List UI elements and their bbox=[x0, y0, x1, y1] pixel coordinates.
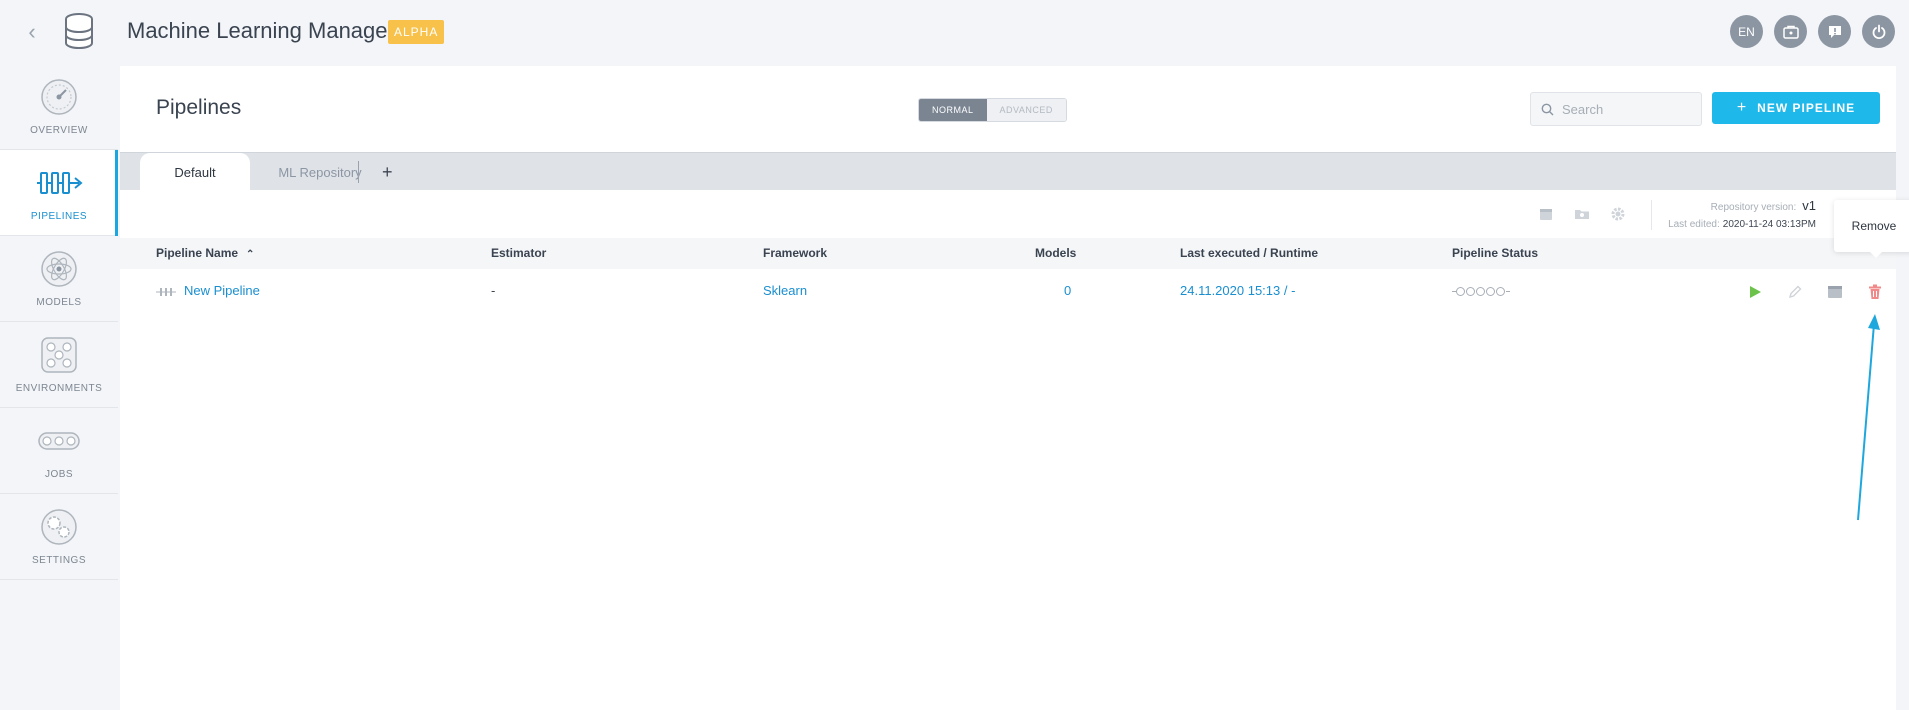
repository-version: Repository version: v1 bbox=[1711, 198, 1816, 213]
back-icon[interactable]: ‹ bbox=[20, 18, 44, 46]
pipeline-status-indicator bbox=[1452, 269, 1510, 313]
toolbar-divider bbox=[1651, 200, 1652, 230]
last-edited: Last edited: 2020-11-24 03:13PM bbox=[1668, 219, 1816, 230]
framework-cell[interactable]: Sklearn bbox=[763, 269, 807, 313]
pipeline-icon bbox=[156, 287, 176, 296]
sidebar-item-models[interactable]: MODELS bbox=[0, 236, 118, 322]
folder-icon[interactable] bbox=[1574, 206, 1590, 222]
mode-advanced-button[interactable]: ADVANCED bbox=[986, 99, 1066, 121]
repository-version-value: v1 bbox=[1802, 198, 1816, 213]
mode-normal-button[interactable]: NORMAL bbox=[919, 99, 987, 121]
page-title: Pipelines bbox=[156, 96, 242, 119]
search-icon bbox=[1541, 103, 1554, 115]
sidebar-item-settings[interactable]: SETTINGS bbox=[0, 494, 118, 580]
chat-alert-icon bbox=[1828, 25, 1841, 38]
gear-icon[interactable] bbox=[1610, 206, 1626, 222]
tab-default[interactable]: Default bbox=[140, 153, 250, 191]
pipeline-status-cell bbox=[1452, 269, 1510, 313]
column-header-pipeline-name[interactable]: Pipeline Name ⌃ bbox=[156, 238, 254, 269]
table-header: Pipeline Name ⌃ Estimator Framework Model… bbox=[120, 238, 1896, 269]
plus-icon: + bbox=[1736, 99, 1748, 116]
archive-icon bbox=[1828, 286, 1842, 298]
sidebar-item-label: MODELS bbox=[36, 297, 82, 308]
sidebar-item-pipelines[interactable]: PIPELINES bbox=[0, 150, 118, 236]
column-header-estimator: Estimator bbox=[491, 246, 547, 260]
column-header-label: Pipeline Name bbox=[156, 246, 239, 260]
feedback-button[interactable] bbox=[1818, 15, 1851, 48]
remove-tooltip: Remove bbox=[1834, 200, 1909, 258]
sidebar-item-environments[interactable]: ENVIRONMENTS bbox=[0, 322, 118, 408]
remove-pipeline-button[interactable] bbox=[1866, 283, 1884, 301]
logout-button[interactable] bbox=[1862, 15, 1895, 48]
last-edited-value: 2020-11-24 03:13PM bbox=[1722, 219, 1816, 230]
run-pipeline-button[interactable] bbox=[1746, 283, 1764, 301]
pencil-icon bbox=[1788, 285, 1802, 299]
sort-ascending-icon[interactable]: ⌃ bbox=[246, 239, 254, 270]
top-icons: EN bbox=[1730, 15, 1895, 48]
search-box bbox=[1530, 92, 1702, 126]
database-icon bbox=[65, 13, 93, 50]
add-tab-button[interactable]: + bbox=[382, 153, 393, 191]
column-header-models: Models bbox=[1035, 246, 1077, 260]
column-header-last-executed: Last executed / Runtime bbox=[1180, 246, 1319, 260]
sidebar-item-overview[interactable]: OVERVIEW bbox=[0, 64, 118, 150]
app-title: Machine Learning Manager bbox=[127, 18, 395, 43]
column-header-framework: Framework bbox=[763, 246, 828, 260]
sidebar-item-label: PIPELINES bbox=[30, 211, 88, 222]
new-pipeline-label: NEW PIPELINE bbox=[1757, 101, 1856, 115]
trash-icon bbox=[1869, 284, 1881, 299]
annotation-arrow-icon bbox=[1857, 314, 1880, 521]
briefcase-icon bbox=[1782, 25, 1799, 39]
sidebar-item-label: SETTINGS bbox=[31, 555, 86, 566]
archive-icon[interactable] bbox=[1538, 206, 1554, 222]
play-icon bbox=[1750, 286, 1761, 298]
sidebar-item-label: OVERVIEW bbox=[30, 125, 88, 136]
tab-strip: Default ML Repository + bbox=[120, 152, 1896, 191]
pipeline-name-cell: New Pipeline bbox=[156, 269, 260, 313]
column-header-pipeline-status: Pipeline Status bbox=[1452, 246, 1539, 260]
tab-ml-repository[interactable]: ML Repository bbox=[250, 153, 390, 191]
sidebar-item-label: JOBS bbox=[44, 469, 74, 480]
search-input[interactable] bbox=[1562, 101, 1692, 117]
pipeline-name-link[interactable]: New Pipeline bbox=[184, 283, 260, 298]
tab-divider bbox=[358, 161, 359, 183]
main-panel: Pipelines NORMAL ADVANCED + NEW PIPELINE… bbox=[120, 66, 1896, 710]
table-row[interactable]: New Pipeline - Sklearn 0 24.11.2020 15:1… bbox=[120, 269, 1896, 313]
gauge-icon bbox=[41, 79, 77, 115]
models-cell[interactable]: 0 bbox=[1064, 269, 1071, 313]
alpha-badge: ALPHA bbox=[388, 20, 445, 44]
estimator-cell: - bbox=[491, 283, 496, 298]
conveyor-icon bbox=[38, 432, 80, 450]
edit-pipeline-button[interactable] bbox=[1786, 283, 1804, 301]
language-button[interactable]: EN bbox=[1730, 15, 1763, 48]
pipeline-icon bbox=[37, 172, 83, 194]
mode-toggle: NORMAL ADVANCED bbox=[918, 98, 1067, 122]
power-icon bbox=[1872, 24, 1885, 39]
sidebar: OVERVIEW PIPELINES MODELS ENVIRONMENTS J… bbox=[0, 64, 118, 584]
network-icon bbox=[41, 337, 77, 373]
archive-pipeline-button[interactable] bbox=[1826, 283, 1844, 301]
repository-version-label: Repository version: bbox=[1710, 202, 1797, 213]
last-edited-label: Last edited: bbox=[1668, 219, 1720, 230]
atom-icon bbox=[41, 251, 77, 287]
top-bar: ‹ Machine Learning Manager ALPHA EN bbox=[0, 0, 1909, 64]
last-executed-cell[interactable]: 24.11.2020 15:13 / - bbox=[1180, 269, 1295, 313]
sidebar-item-jobs[interactable]: JOBS bbox=[0, 408, 118, 494]
sidebar-item-label: ENVIRONMENTS bbox=[15, 383, 103, 394]
new-pipeline-button[interactable]: + NEW PIPELINE bbox=[1712, 92, 1880, 124]
workspace-button[interactable] bbox=[1774, 15, 1807, 48]
gears-icon bbox=[41, 509, 77, 545]
